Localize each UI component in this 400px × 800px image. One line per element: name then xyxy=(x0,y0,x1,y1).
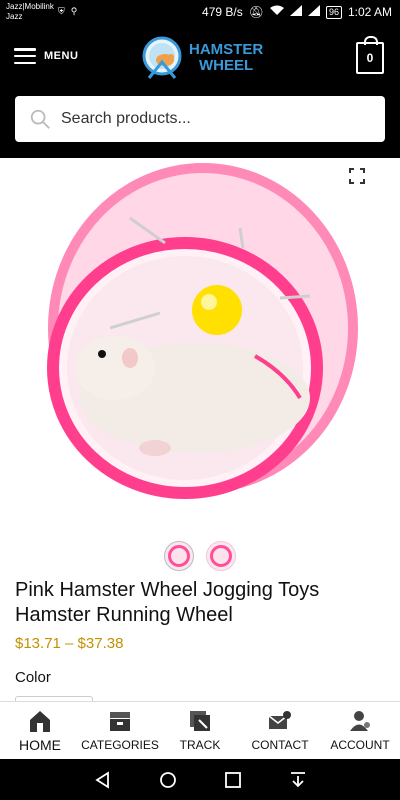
wifi-icon xyxy=(269,5,284,19)
logo-line2: WHEEL xyxy=(199,57,254,74)
hamster-wheel-logo-icon xyxy=(142,36,182,79)
nav-contact-label: CONTACT xyxy=(251,738,309,752)
color-label: Color xyxy=(15,669,51,686)
home-icon xyxy=(30,711,50,732)
status-bar: Jazz|Mobilink Jazz ⛨ ⚲ 479 B/s 🔕︎ 96 1:0… xyxy=(0,0,400,26)
usb-icon: ⚲ xyxy=(70,6,78,16)
nav-categories[interactable]: CATEGORIES xyxy=(80,702,160,759)
menu-label: MENU xyxy=(44,50,79,62)
contact-icon xyxy=(268,711,291,729)
thumbnail-2[interactable] xyxy=(206,541,236,571)
search-bar[interactable] xyxy=(15,96,385,142)
shield-icon: ⛨ xyxy=(58,6,65,16)
back-icon[interactable] xyxy=(93,770,113,790)
notification-pull-icon[interactable] xyxy=(288,770,308,790)
battery-level: 96 xyxy=(325,5,342,19)
carrier-line2: Jazz xyxy=(6,12,23,21)
track-icon xyxy=(190,711,210,731)
nav-home[interactable]: HOME xyxy=(0,702,80,759)
account-icon xyxy=(350,711,370,731)
net-speed: 479 B/s xyxy=(202,5,243,19)
android-nav-bar xyxy=(0,759,400,800)
site-logo[interactable]: HAMSTER WHEEL xyxy=(141,36,263,80)
nav-account[interactable]: ACCOUNT xyxy=(320,702,400,759)
menu-button[interactable]: MENU xyxy=(14,48,78,64)
site-header: MENU HAMSTER WHEEL 0 xyxy=(0,26,400,158)
carrier-info: Jazz|Mobilink Jazz xyxy=(6,2,54,22)
expand-icon[interactable] xyxy=(349,168,365,184)
search-input[interactable] xyxy=(61,110,361,128)
nav-account-label: ACCOUNT xyxy=(330,738,390,752)
nav-home-label: HOME xyxy=(19,737,61,753)
cart-button[interactable]: 0 xyxy=(356,36,384,74)
carrier-line1: Jazz|Mobilink xyxy=(6,2,54,11)
search-icon xyxy=(30,109,50,129)
mute-icon: 🔕︎ xyxy=(248,5,264,19)
cart-count: 0 xyxy=(366,51,374,65)
signal-icon xyxy=(289,5,302,19)
image-thumbnails xyxy=(164,541,236,571)
clock: 1:02 AM xyxy=(347,5,392,19)
nav-track[interactable]: TRACK xyxy=(160,702,240,759)
hamster-wheel-photo xyxy=(15,158,385,516)
signal-icon-2 xyxy=(307,5,320,19)
product-page: Pink Hamster Wheel Jogging Toys Hamster … xyxy=(0,158,400,701)
product-price: $13.71 – $37.38 xyxy=(15,635,124,652)
product-title: Pink Hamster Wheel Jogging Toys Hamster … xyxy=(15,579,320,626)
bottom-nav: HOME CATEGORIES TRACK CONTACT ACCOUNT xyxy=(0,701,400,759)
hamburger-icon xyxy=(14,48,36,64)
logo-line1: HAMSTER xyxy=(189,41,264,58)
nav-contact[interactable]: CONTACT xyxy=(240,702,320,759)
product-image[interactable] xyxy=(15,158,385,516)
recents-icon[interactable] xyxy=(223,770,243,790)
nav-track-label: TRACK xyxy=(179,738,221,752)
home-circle-icon[interactable] xyxy=(158,770,178,790)
thumbnail-1[interactable] xyxy=(164,541,194,571)
nav-categories-label: CATEGORIES xyxy=(81,738,159,752)
categories-icon xyxy=(110,712,130,731)
